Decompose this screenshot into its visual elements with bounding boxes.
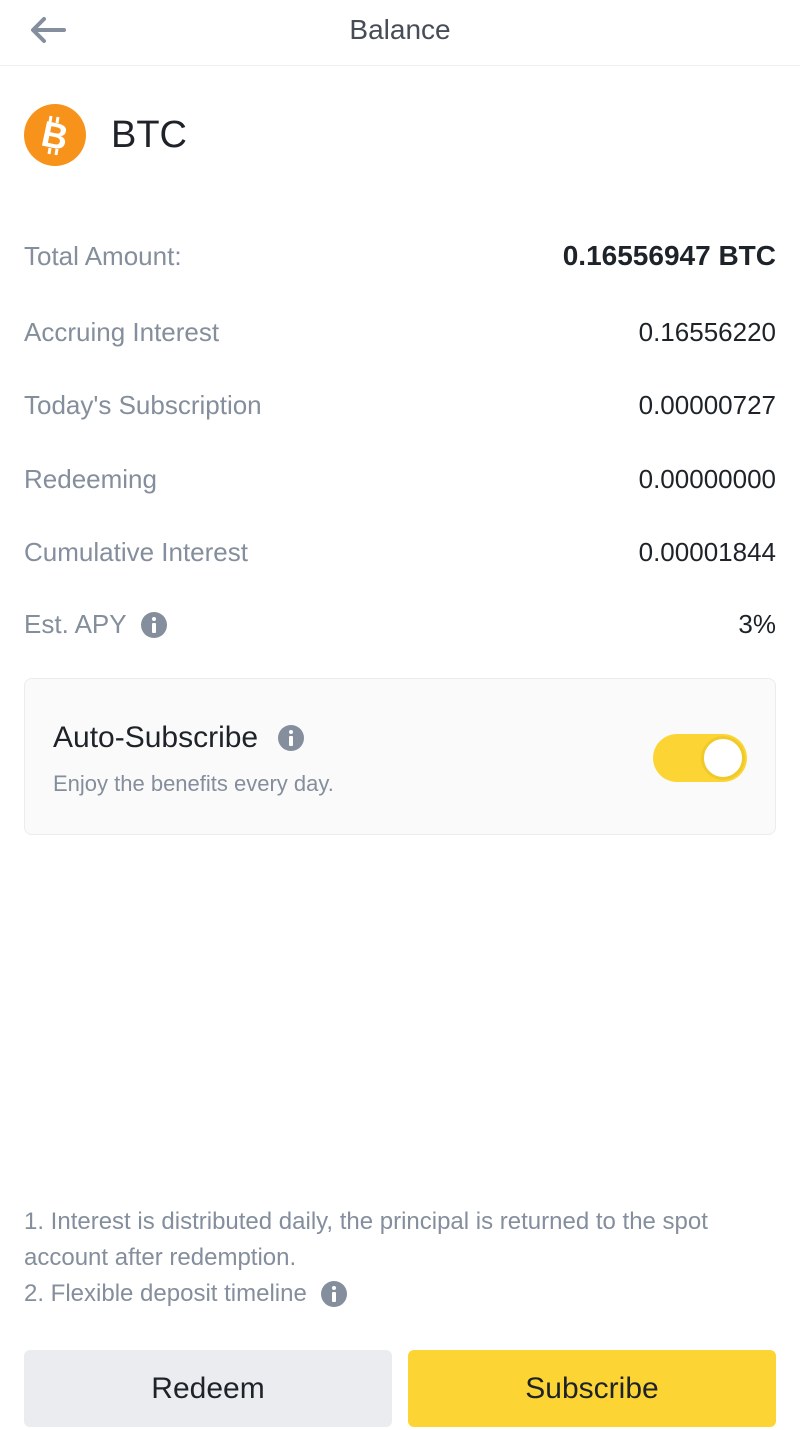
- toggle-knob: [701, 736, 745, 780]
- detail-value: 0.00000000: [638, 464, 776, 494]
- detail-label: Total Amount:: [24, 240, 182, 271]
- detail-row-cumulative-interest: Cumulative Interest 0.00001844: [24, 537, 776, 568]
- detail-label: Redeeming: [24, 464, 157, 494]
- note-2-wrap: 2. Flexible deposit timeline: [24, 1276, 776, 1312]
- auto-subscribe-title-wrap: Auto-Subscribe: [53, 721, 305, 755]
- detail-row-total-amount: Total Amount: 0.16556947 BTC: [24, 240, 776, 272]
- detail-value: 0.00000727: [638, 390, 776, 420]
- detail-label: Today's Subscription: [24, 390, 262, 420]
- subscribe-button[interactable]: Subscribe: [408, 1350, 776, 1427]
- auto-subscribe-toggle[interactable]: [653, 734, 747, 782]
- info-icon[interactable]: [320, 1281, 347, 1307]
- detail-value: 0.00001844: [638, 537, 776, 567]
- detail-row-est-apy: Est. APY 3%: [24, 609, 776, 640]
- detail-row-accruing-interest: Accruing Interest 0.16556220: [24, 317, 776, 348]
- detail-value: 0.16556220: [638, 317, 776, 347]
- detail-label-wrap: Est. APY: [24, 609, 167, 640]
- detail-value: 3%: [738, 609, 776, 639]
- auto-subscribe-card: Auto-Subscribe Enjoy the benefits every …: [24, 678, 776, 835]
- header-bar: Balance: [0, 0, 800, 66]
- redeem-button[interactable]: Redeem: [24, 1350, 392, 1427]
- note-1: 1. Interest is distributed daily, the pr…: [24, 1208, 708, 1271]
- asset-symbol: BTC: [111, 113, 187, 156]
- asset-header: B BTC: [24, 104, 187, 166]
- info-icon[interactable]: [278, 725, 305, 751]
- detail-label: Est. APY: [24, 609, 127, 639]
- detail-row-redeeming: Redeeming 0.00000000: [24, 464, 776, 495]
- auto-subscribe-title: Auto-Subscribe: [53, 721, 259, 754]
- detail-label: Cumulative Interest: [24, 537, 248, 567]
- total-amount-value: 0.16556947 BTC: [562, 240, 776, 271]
- detail-row-todays-subscription: Today's Subscription 0.00000727: [24, 390, 776, 421]
- auto-subscribe-subtitle: Enjoy the benefits every day.: [53, 771, 334, 796]
- info-icon[interactable]: [140, 611, 167, 638]
- notes-section: 1. Interest is distributed daily, the pr…: [24, 1204, 776, 1312]
- svg-text:B: B: [38, 113, 72, 159]
- note-2: 2. Flexible deposit timeline: [24, 1280, 307, 1307]
- page-title: Balance: [349, 14, 451, 45]
- bitcoin-icon: B: [24, 104, 86, 166]
- detail-label: Accruing Interest: [24, 317, 220, 347]
